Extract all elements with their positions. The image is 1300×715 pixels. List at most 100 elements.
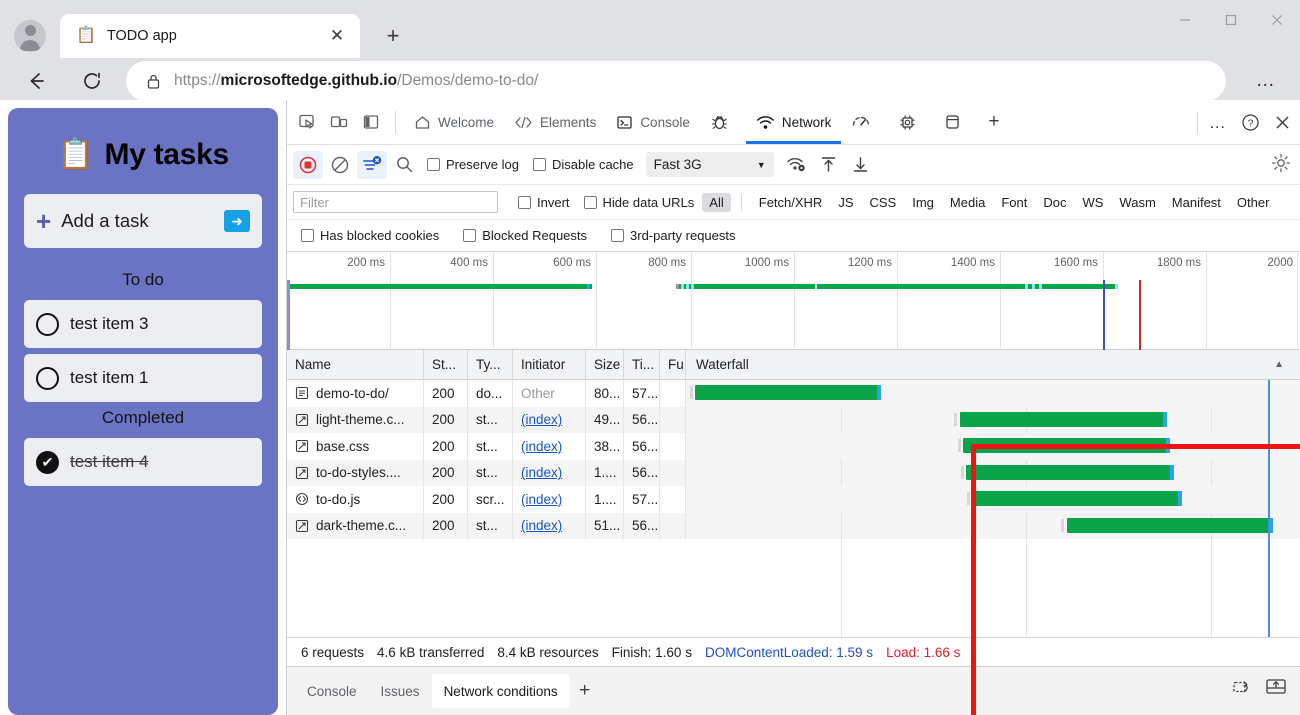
initiator-link[interactable]: (index) <box>521 439 562 454</box>
checkbox-box[interactable] <box>463 229 476 242</box>
back-arrow-icon[interactable] <box>18 63 54 99</box>
disable-cache-checkbox[interactable]: Disable cache <box>527 157 640 172</box>
initiator-link[interactable]: (index) <box>521 518 562 533</box>
filter-type-wasm[interactable]: Wasm <box>1112 193 1162 212</box>
filter-type-ws[interactable]: WS <box>1075 193 1110 212</box>
hide-data-urls-checkbox[interactable]: Hide data URLs <box>578 195 701 210</box>
checkbox-box[interactable] <box>518 196 531 209</box>
browser-more-icon[interactable]: … <box>1248 68 1284 94</box>
maximize-icon[interactable] <box>1208 0 1254 40</box>
close-icon[interactable] <box>1254 0 1300 40</box>
checkbox-box[interactable] <box>584 196 597 209</box>
filter-type-media[interactable]: Media <box>943 193 992 212</box>
browser-tab-todo-app[interactable]: 📋 TODO app ✕ <box>60 14 360 58</box>
window-controls <box>1162 0 1300 40</box>
column-header-size[interactable]: Size <box>586 350 624 380</box>
drawer-tab-issues[interactable]: Issues <box>369 674 432 708</box>
drawer-tab-console[interactable]: Console <box>295 674 369 708</box>
task-checked-icon[interactable]: ✔ <box>36 451 59 474</box>
column-header-name[interactable]: Name <box>287 350 424 380</box>
list-item[interactable]: test item 3 <box>24 300 262 348</box>
minimize-icon[interactable] <box>1162 0 1208 40</box>
drawer-tab-network-conditions[interactable]: Network conditions <box>432 674 570 708</box>
close-icon[interactable]: ✕ <box>324 23 350 49</box>
close-icon[interactable] <box>1266 108 1298 138</box>
import-har-icon[interactable] <box>814 151 844 179</box>
reload-icon[interactable] <box>74 63 110 99</box>
profile-avatar[interactable] <box>14 20 46 52</box>
overview-left-handle[interactable] <box>287 280 290 350</box>
filter-type-font[interactable]: Font <box>994 193 1034 212</box>
tab-memory[interactable] <box>888 100 934 144</box>
third-party-requests-checkbox[interactable]: 3rd-party requests <box>605 228 742 243</box>
filter-type-doc[interactable]: Doc <box>1036 193 1073 212</box>
overview-gridline <box>390 252 391 350</box>
list-item[interactable]: test item 1 <box>24 354 262 402</box>
address-bar[interactable]: https://microsoftedge.github.io/Demos/de… <box>126 61 1226 101</box>
column-header-waterfall[interactable]: Waterfall ▲ <box>686 350 1300 380</box>
checkbox-box[interactable] <box>611 229 624 242</box>
blocked-requests-checkbox[interactable]: Blocked Requests <box>457 228 593 243</box>
cell-initiator[interactable]: (index) <box>513 407 586 434</box>
cell-initiator[interactable]: (index) <box>513 486 586 513</box>
cell-initiator[interactable]: (index) <box>513 460 586 487</box>
clear-icon[interactable] <box>325 151 355 179</box>
filter-type-manifest[interactable]: Manifest <box>1165 193 1228 212</box>
has-blocked-cookies-checkbox[interactable]: Has blocked cookies <box>295 228 445 243</box>
submit-arrow-icon[interactable]: ➜ <box>224 210 250 232</box>
initiator-link[interactable]: (index) <box>521 465 562 480</box>
lock-icon[interactable] <box>142 73 164 90</box>
record-stop-icon[interactable] <box>293 151 323 179</box>
tab-application[interactable] <box>934 100 978 144</box>
tab-elements[interactable]: Elements <box>504 100 606 144</box>
filter-type-css[interactable]: CSS <box>863 193 904 212</box>
task-checkbox-icon[interactable] <box>36 367 59 390</box>
cell-initiator[interactable]: (index) <box>513 433 586 460</box>
network-conditions-icon[interactable] <box>782 151 812 179</box>
tab-debugger[interactable] <box>700 100 746 144</box>
more-tabs-plus-icon[interactable]: + <box>978 100 1009 144</box>
checkbox-box[interactable] <box>427 158 440 171</box>
filter-type-img[interactable]: Img <box>905 193 941 212</box>
column-header-time[interactable]: Ti... <box>624 350 660 380</box>
restore-drawer-icon[interactable] <box>1232 677 1254 700</box>
new-tab-button[interactable]: + <box>376 19 410 53</box>
column-header-fulfilled[interactable]: Fu... <box>660 350 686 380</box>
throttling-dropdown[interactable]: Fast 3G ▼ <box>646 152 774 177</box>
initiator-link[interactable]: (index) <box>521 492 562 507</box>
drawer-add-tab-icon[interactable]: + <box>570 676 600 706</box>
filter-type-all[interactable]: All <box>702 193 730 212</box>
gear-icon[interactable] <box>1270 152 1292 177</box>
inspect-element-icon[interactable] <box>291 107 323 137</box>
filter-type-fetch-xhr[interactable]: Fetch/XHR <box>752 193 830 212</box>
checkbox-box[interactable] <box>301 229 314 242</box>
column-header-type[interactable]: Ty... <box>468 350 513 380</box>
dock-side-icon[interactable] <box>355 107 387 137</box>
invert-checkbox[interactable]: Invert <box>512 195 576 210</box>
cell-initiator[interactable]: (index) <box>513 513 586 540</box>
devtools-more-icon[interactable]: … <box>1202 108 1234 138</box>
add-task-input[interactable]: + Add a task ➜ <box>24 194 262 248</box>
network-overview-timeline[interactable]: 200 ms 400 ms 600 ms 800 ms 1000 ms 1200… <box>287 252 1300 350</box>
export-har-icon[interactable] <box>846 151 876 179</box>
help-icon[interactable]: ? <box>1234 108 1266 138</box>
checkbox-box[interactable] <box>533 158 546 171</box>
preserve-log-checkbox[interactable]: Preserve log <box>421 157 525 172</box>
list-item[interactable]: ✔ test item 4 <box>24 438 262 486</box>
column-header-status[interactable]: St... <box>424 350 468 380</box>
filter-type-other[interactable]: Other <box>1230 193 1277 212</box>
filter-icon[interactable] <box>357 151 387 179</box>
initiator-link[interactable]: (index) <box>521 412 562 427</box>
tab-console[interactable]: Console <box>606 100 700 144</box>
device-toolbar-icon[interactable] <box>323 107 355 137</box>
column-header-initiator[interactable]: Initiator <box>513 350 586 380</box>
dock-bottom-icon[interactable] <box>1264 676 1288 700</box>
sort-ascending-icon[interactable]: ▲ <box>1274 359 1284 370</box>
filter-input[interactable]: Filter <box>293 191 498 213</box>
search-icon[interactable] <box>389 151 419 179</box>
tab-network[interactable]: Network <box>746 100 842 144</box>
task-checkbox-icon[interactable] <box>36 313 59 336</box>
filter-type-js[interactable]: JS <box>831 193 860 212</box>
tab-performance[interactable] <box>841 100 888 144</box>
tab-welcome[interactable]: Welcome <box>404 100 504 144</box>
